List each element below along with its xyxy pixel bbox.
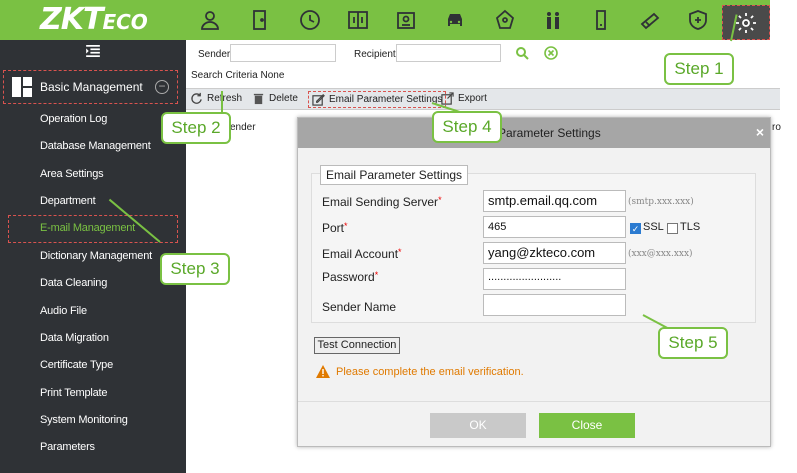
- step2-pointer: [221, 91, 223, 113]
- sidebar-item-parameters[interactable]: Parameters: [40, 441, 95, 453]
- server-hint: (smtp.xxx.xxx): [628, 197, 694, 207]
- sender-filter-label: Sender: [198, 49, 231, 60]
- pass-icon[interactable]: [635, 5, 665, 35]
- password-label-text: Password: [322, 270, 375, 284]
- toolbar: Refresh Delete Email Parameter Settings …: [186, 88, 780, 110]
- phone-icon[interactable]: [586, 5, 616, 35]
- export-button[interactable]: Export: [441, 92, 487, 105]
- delete-button[interactable]: Delete: [252, 92, 298, 105]
- basic-management-icon: [12, 77, 32, 97]
- door-icon[interactable]: [245, 5, 275, 35]
- required-mark: *: [374, 270, 379, 280]
- collapse-minus-icon[interactable]: −: [155, 80, 169, 94]
- dialog-title: Parameter Settings: [498, 126, 601, 140]
- export-icon: [441, 92, 454, 105]
- recipient-filter-input[interactable]: [396, 44, 501, 62]
- port-input[interactable]: 465: [483, 216, 626, 238]
- required-mark: *: [398, 247, 402, 257]
- shield-icon[interactable]: [683, 5, 713, 35]
- step4-callout: Step 4: [432, 111, 502, 143]
- dialog-title-bar: Parameter Settings ×: [298, 118, 770, 148]
- tls-checkbox[interactable]: [667, 223, 678, 234]
- sidebar: Basic Management − Operation Log Databas…: [0, 40, 186, 473]
- ssl-label: SSL: [643, 221, 664, 233]
- server-label-text: Email Sending Server: [322, 195, 439, 209]
- step1-callout: Step 1: [664, 53, 734, 85]
- sidebar-item-operation-log[interactable]: Operation Log: [40, 113, 107, 125]
- sidebar-collapse-button[interactable]: [0, 40, 186, 62]
- sidebar-item-print-template[interactable]: Print Template: [40, 387, 108, 399]
- email-parameter-settings-label: Email Parameter Settings: [329, 94, 443, 105]
- clear-filter-icon[interactable]: [544, 46, 558, 60]
- sidebar-item-dictionary-management[interactable]: Dictionary Management: [40, 250, 152, 262]
- clock-icon[interactable]: [295, 5, 325, 35]
- sender-name-input[interactable]: [483, 294, 626, 316]
- sender-filter-input[interactable]: [230, 44, 336, 62]
- email-parameter-settings-dialog: Parameter Settings × Email Parameter Set…: [297, 117, 771, 447]
- ok-button[interactable]: OK: [430, 413, 526, 438]
- step5-callout: Step 5: [658, 327, 728, 359]
- sidebar-item-data-migration[interactable]: Data Migration: [40, 332, 109, 344]
- sender-name-label: Sender Name: [322, 300, 397, 314]
- sidebar-item-email-management[interactable]: E-mail Management: [40, 222, 135, 234]
- email-server-input[interactable]: smtp.email.qq.com: [483, 190, 626, 212]
- email-account-input[interactable]: yang@zkteco.com: [483, 242, 626, 264]
- verification-warning: Please complete the email verification.: [316, 365, 524, 378]
- trash-icon: [253, 93, 264, 105]
- settings-gear-button[interactable]: [722, 5, 770, 40]
- zkteco-logo: ZKTECO: [40, 2, 148, 37]
- server-label: Email Sending Server*: [322, 195, 442, 209]
- close-button[interactable]: Close: [539, 413, 635, 438]
- close-icon[interactable]: ×: [756, 124, 764, 140]
- person-icon[interactable]: [195, 5, 225, 35]
- sidebar-item-department[interactable]: Department: [40, 195, 96, 207]
- email-parameter-settings-button[interactable]: Email Parameter Settings: [308, 91, 447, 108]
- required-mark: *: [438, 195, 442, 205]
- menu-collapse-icon: [86, 45, 100, 57]
- top-nav-bar: ZKTECO: [0, 0, 770, 40]
- dialog-footer-divider: [298, 401, 770, 402]
- sidebar-section-title: Basic Management: [40, 80, 143, 94]
- warning-icon: [316, 365, 330, 378]
- car-icon[interactable]: [440, 5, 470, 35]
- step2-callout: Step 2: [161, 112, 231, 144]
- step3-callout: Step 3: [160, 253, 230, 285]
- id-card-icon[interactable]: [391, 5, 421, 35]
- account-label: Email Account*: [322, 247, 402, 261]
- port-label-text: Port: [322, 221, 345, 235]
- tls-label: TLS: [680, 221, 701, 233]
- ssl-checkbox[interactable]: ✓: [630, 223, 641, 234]
- export-label: Export: [458, 93, 487, 104]
- table-header-right: ro: [772, 122, 781, 133]
- edit-icon: [312, 94, 325, 106]
- recipient-filter-label: Recipient: [354, 49, 396, 60]
- elevator-icon[interactable]: [538, 5, 568, 35]
- sidebar-item-audio-file[interactable]: Audio File: [40, 305, 87, 317]
- sidebar-section-basic-management[interactable]: Basic Management −: [3, 70, 178, 104]
- password-input[interactable]: ........................: [483, 268, 626, 290]
- sidebar-item-database-management[interactable]: Database Management: [40, 140, 151, 152]
- table-header-sender: ender: [230, 122, 256, 133]
- sidebar-item-certificate-type[interactable]: Certificate Type: [40, 359, 113, 371]
- test-connection-button[interactable]: Test Connection: [314, 337, 400, 354]
- warning-text: Please complete the email verification.: [336, 365, 524, 378]
- search-icon[interactable]: [515, 46, 529, 60]
- port-label: Port*: [322, 221, 348, 235]
- refresh-icon: [191, 92, 202, 104]
- password-label: Password*: [322, 270, 378, 284]
- refresh-label: Refresh: [207, 93, 243, 104]
- account-hint: (xxx@xxx.xxx): [628, 249, 693, 259]
- access-panel-icon[interactable]: [343, 5, 373, 35]
- patrol-icon[interactable]: [490, 5, 520, 35]
- refresh-button[interactable]: Refresh: [190, 92, 242, 105]
- sidebar-item-system-monitoring[interactable]: System Monitoring: [40, 414, 128, 426]
- sidebar-item-data-cleaning[interactable]: Data Cleaning: [40, 277, 107, 289]
- fieldset-legend: Email Parameter Settings: [320, 165, 469, 185]
- account-label-text: Email Account: [322, 247, 399, 261]
- sidebar-item-area-settings[interactable]: Area Settings: [40, 168, 104, 180]
- delete-label: Delete: [269, 93, 298, 104]
- search-criteria-text: Search Criteria None: [191, 70, 285, 81]
- required-mark: *: [344, 221, 348, 231]
